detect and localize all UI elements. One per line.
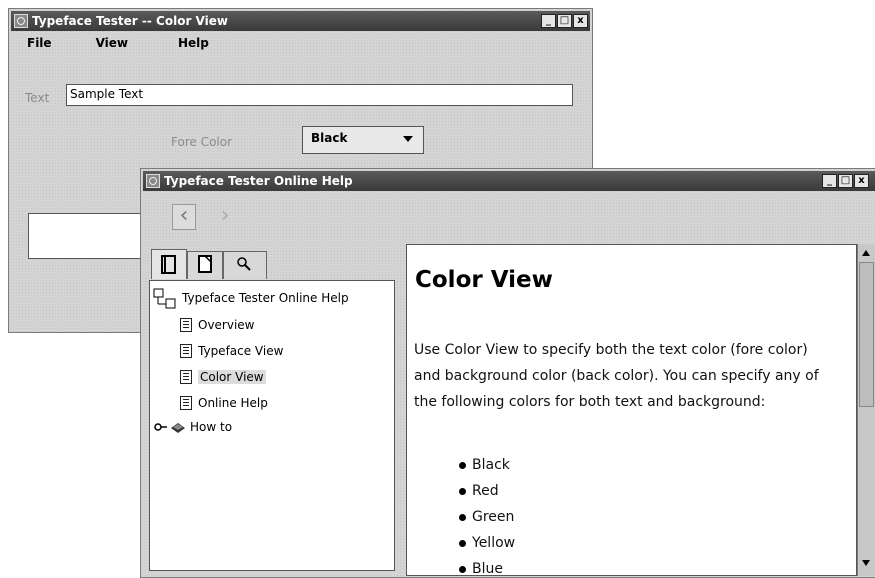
list-item-text: Yellow [472, 535, 516, 551]
toc-tree[interactable]: Typeface Tester Online Help Overview Typ… [149, 280, 395, 571]
book-icon [161, 255, 176, 274]
tree-folder-label: How to [190, 420, 233, 434]
help-maximize-button[interactable]: □ [838, 174, 853, 188]
bullet-dot [459, 565, 466, 573]
help-window: Typeface Tester Online Help _ □ x ‹ › Ty… [140, 168, 875, 578]
tree-item-label: Typeface View [198, 344, 284, 358]
help-titlebar[interactable]: Typeface Tester Online Help _ □ x [143, 171, 875, 191]
right-chevron-icon: › [220, 203, 230, 228]
preview-area [28, 213, 148, 259]
close-button[interactable]: x [573, 14, 588, 28]
tab-index[interactable] [187, 251, 223, 279]
main-window-title: Typeface Tester -- Color View [32, 14, 228, 28]
chevron-down-icon [403, 136, 413, 142]
scrollbar-thumb[interactable] [859, 262, 874, 407]
page-icon [180, 318, 192, 332]
books-icon [171, 423, 185, 433]
menubar: File View Help [11, 33, 590, 53]
content-paragraph: Use Color View to specify both the text … [414, 342, 819, 410]
bullet-dot [459, 513, 466, 521]
tree-root[interactable]: Typeface Tester Online Help [152, 287, 349, 309]
tree-item-typeface-view[interactable]: Typeface View [180, 344, 283, 358]
magnifier-icon [237, 257, 251, 271]
tree-item-color-view[interactable]: Color View [180, 370, 266, 384]
scroll-down-icon[interactable] [858, 556, 874, 570]
tab-search[interactable] [223, 251, 267, 279]
tree-root-label: Typeface Tester Online Help [182, 291, 349, 305]
content-heading: Color View [415, 267, 553, 293]
help-close-button[interactable]: x [854, 174, 869, 188]
list-item: Black [459, 457, 510, 473]
page-icon [180, 396, 192, 410]
page-icon [180, 370, 192, 384]
fore-color-value: Black [311, 131, 348, 145]
help-app-icon [146, 174, 160, 188]
left-chevron-icon: ‹ [179, 203, 189, 228]
split-pane-divider[interactable] [399, 244, 405, 574]
tree-item-overview[interactable]: Overview [180, 318, 255, 332]
page-icon [180, 344, 192, 358]
list-item: Yellow [459, 535, 515, 551]
forward-button[interactable]: › [213, 204, 237, 230]
tab-contents[interactable] [151, 249, 187, 279]
back-button[interactable]: ‹ [172, 204, 196, 230]
page-icon [198, 255, 212, 273]
tree-item-online-help[interactable]: Online Help [180, 396, 268, 410]
list-item-text: Blue [472, 561, 503, 576]
help-set-icon [153, 288, 176, 309]
bullet-dot [459, 539, 466, 547]
app-icon [14, 14, 28, 28]
list-item: Blue [459, 561, 503, 576]
bullet-dot [459, 461, 466, 469]
vertical-scrollbar[interactable] [857, 244, 875, 576]
list-item-text: Black [472, 457, 510, 473]
text-input[interactable]: Sample Text [66, 84, 573, 106]
help-window-title: Typeface Tester Online Help [164, 174, 353, 188]
tree-folder-how-to[interactable]: How to [154, 420, 232, 434]
maximize-button[interactable]: □ [557, 14, 572, 28]
list-item: Green [459, 509, 514, 525]
menu-view[interactable]: View [96, 33, 128, 53]
fore-color-label: Fore Color [171, 135, 233, 149]
help-minimize-button[interactable]: _ [822, 174, 837, 188]
scroll-up-icon[interactable] [858, 246, 874, 260]
fore-color-select[interactable]: Black [302, 126, 424, 154]
tree-item-label: Online Help [198, 396, 268, 410]
tree-item-label: Overview [198, 318, 255, 332]
expand-handle-icon [154, 423, 167, 431]
list-item-text: Red [472, 483, 499, 499]
tree-item-label-selected: Color View [198, 370, 266, 384]
main-titlebar[interactable]: Typeface Tester -- Color View _ □ x [11, 11, 590, 31]
minimize-button[interactable]: _ [541, 14, 556, 28]
menu-help[interactable]: Help [178, 33, 209, 53]
list-item-text: Green [472, 509, 515, 525]
bullet-dot [459, 487, 466, 495]
list-item: Red [459, 483, 499, 499]
menu-file[interactable]: File [27, 33, 52, 53]
help-content-pane[interactable]: Color View Use Color View to specify bot… [406, 244, 857, 576]
text-label: Text [25, 91, 50, 105]
